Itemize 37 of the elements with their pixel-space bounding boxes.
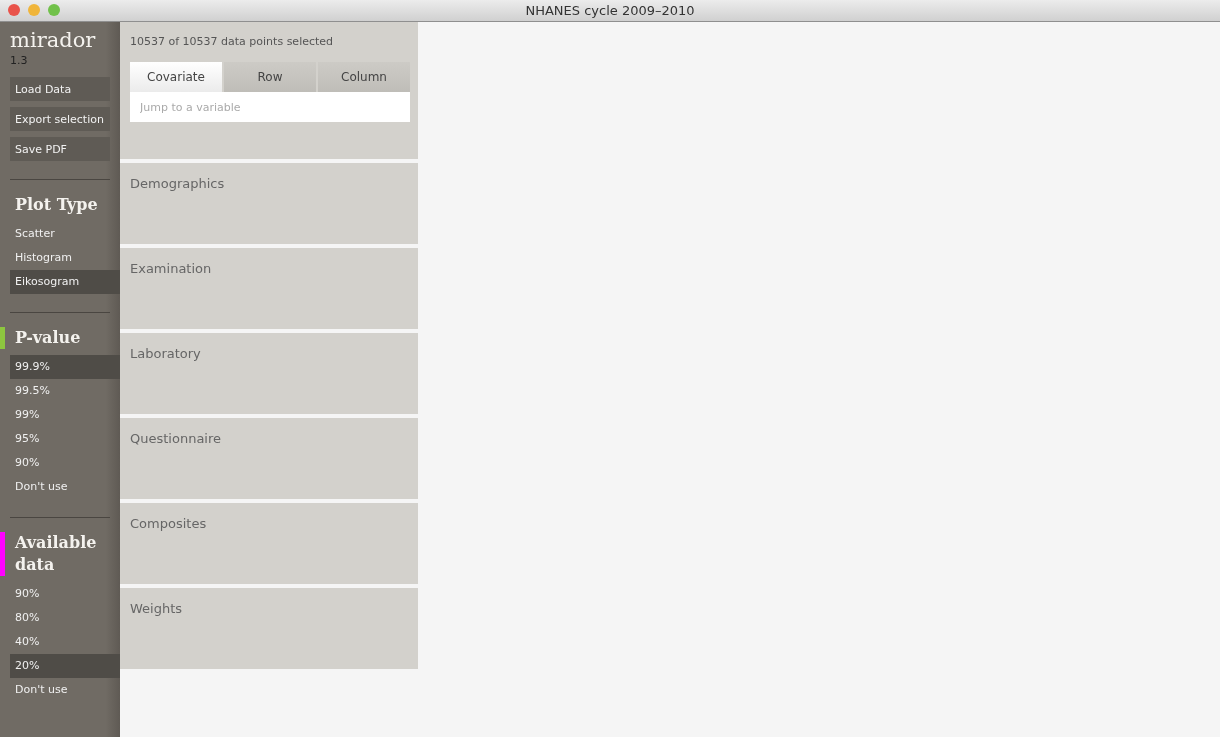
sidebar-item[interactable]: 80% — [10, 606, 120, 630]
sidebar-item[interactable]: 99.9% — [10, 355, 120, 379]
category-panel[interactable]: Composites — [120, 503, 418, 584]
sidebar-item[interactable]: Scatter — [10, 222, 120, 246]
close-icon[interactable] — [8, 4, 20, 16]
sidebar-item[interactable]: 90% — [10, 451, 120, 475]
minimize-icon[interactable] — [28, 4, 40, 16]
sidebar-item[interactable]: 95% — [10, 427, 120, 451]
sidebar-item[interactable]: Don't use — [10, 475, 120, 499]
category-panel[interactable]: Questionnaire — [120, 418, 418, 499]
section-title: Available data — [15, 533, 97, 574]
category-panel[interactable]: Demographics — [120, 163, 418, 244]
sidebar-item[interactable]: 99.5% — [10, 379, 120, 403]
zoom-icon[interactable] — [48, 4, 60, 16]
sidebar-item[interactable]: 40% — [10, 630, 120, 654]
sidebar-item[interactable]: Histogram — [10, 246, 120, 270]
section-title: P-value — [15, 328, 81, 347]
tab[interactable]: Row — [224, 62, 316, 92]
category-panel[interactable]: Weights — [120, 588, 418, 669]
sidebar-item[interactable]: 99% — [10, 403, 120, 427]
window-title: NHANES cycle 2009–2010 — [525, 3, 695, 18]
sidebar-button[interactable]: Export selection — [10, 107, 110, 131]
sidebar-button[interactable]: Save PDF — [10, 137, 110, 161]
tab[interactable]: Column — [318, 62, 410, 92]
sidebar-button[interactable]: Load Data — [10, 77, 110, 101]
sidebar-item[interactable]: Don't use — [10, 678, 120, 702]
search-field[interactable]: Jump to a variable — [130, 92, 410, 122]
section-title: Plot Type — [15, 195, 98, 214]
sidebar-item[interactable]: 20% — [10, 654, 120, 678]
selection-summary: 10537 of 10537 data points selected — [130, 35, 335, 48]
sidebar-item[interactable]: 90% — [10, 582, 120, 606]
category-panel[interactable]: Examination — [120, 248, 418, 329]
tab[interactable]: Covariate — [130, 62, 222, 92]
sidebar-item[interactable]: Eikosogram — [10, 270, 120, 294]
app-logo: mirador — [10, 27, 97, 54]
version-label: 1.3 — [10, 54, 29, 67]
category-panel[interactable]: Laboratory — [120, 333, 418, 414]
